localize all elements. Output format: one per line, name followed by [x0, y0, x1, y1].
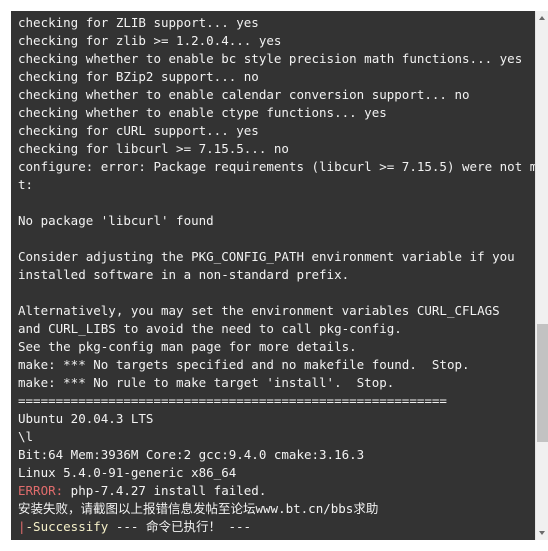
scrollbar-thumb[interactable]	[537, 323, 548, 442]
console-line: checking for cURL support... yes	[18, 123, 259, 138]
console-line: checking whether to enable bc style prec…	[18, 51, 523, 66]
console-line: Linux 5.4.0-91-generic x86_64	[18, 465, 237, 480]
console-line: installed software in a non-standard pre…	[18, 267, 350, 282]
console-line: ========================================…	[18, 393, 447, 408]
console-line: Ubuntu 20.04.3 LTS	[18, 411, 154, 426]
console-line-segment: |	[18, 519, 26, 534]
console-line: checking for libcurl >= 7.15.5... no	[18, 141, 289, 156]
console-line: t:	[18, 177, 34, 192]
console-line: configure: error: Package requirements (…	[18, 159, 535, 174]
console-line-segment: php-7.4.27 install failed.	[63, 483, 267, 498]
console-output-text: checking for ZLIB support... yes checking…	[18, 14, 535, 536]
console-window: checking for ZLIB support... yes checking…	[0, 0, 548, 551]
console-line: ERROR: php-7.4.27 install failed.	[18, 482, 535, 500]
console-line: No package 'libcurl' found	[18, 213, 214, 228]
console-line: 安装失败，请截图以上报错信息发帖至论坛www.bt.cn/bbs求助	[18, 501, 379, 516]
console-line: and CURL_LIBS to avoid the need to call …	[18, 321, 402, 336]
console-line: |-Successify --- 命令已执行！ ---	[18, 518, 535, 536]
console-panel[interactable]: checking for ZLIB support... yes checking…	[11, 11, 535, 540]
scroll-down-arrow-icon[interactable]	[536, 526, 548, 540]
console-line-segment: --- 命令已执行！ ---	[108, 519, 252, 534]
console-line: checking for zlib >= 1.2.0.4... yes	[18, 33, 282, 48]
console-line: Consider adjusting the PKG_CONFIG_PATH e…	[18, 249, 515, 264]
console-line: See the pkg-config man page for more det…	[18, 339, 357, 354]
scroll-up-arrow-icon[interactable]	[536, 11, 548, 25]
console-line: checking for BZip2 support... no	[18, 69, 259, 84]
console-line: checking for ZLIB support... yes	[18, 15, 259, 30]
console-line: checking whether to enable calendar conv…	[18, 87, 470, 102]
console-line: checking whether to enable ctype functio…	[18, 105, 387, 120]
console-line: Bit:64 Mem:3936M Core:2 gcc:9.4.0 cmake:…	[18, 447, 365, 462]
console-line: \l	[18, 429, 34, 444]
console-line-segment: -Successify	[25, 519, 109, 534]
console-line: make: *** No targets specified and no ma…	[18, 357, 470, 372]
scrollbar-track[interactable]	[536, 25, 548, 526]
console-line: Alternatively, you may set the environme…	[18, 303, 500, 318]
console-line-segment: ERROR:	[18, 483, 64, 498]
console-line: make: *** No rule to make target 'instal…	[18, 375, 395, 390]
vertical-scrollbar[interactable]	[535, 11, 548, 540]
